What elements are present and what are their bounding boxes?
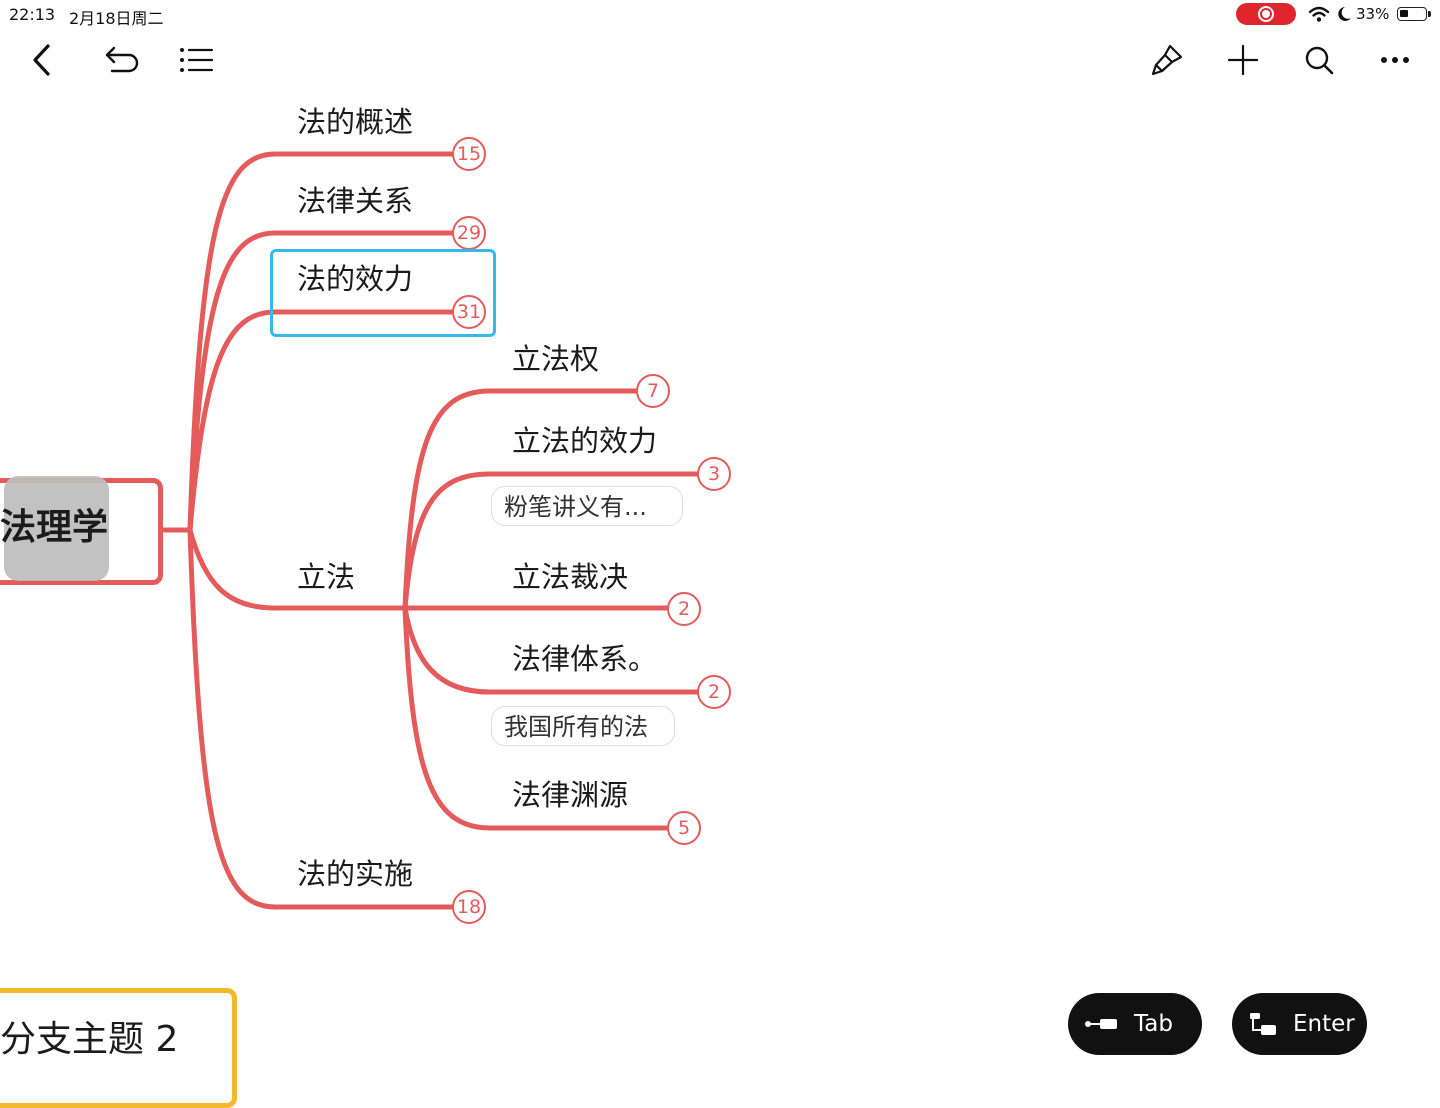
collapsed-count-badge[interactable]: 3 [697, 457, 731, 491]
collapsed-count-badge[interactable]: 2 [667, 592, 701, 626]
collapsed-count-badge[interactable]: 2 [697, 675, 731, 709]
root-topic-label: 法理学 [0, 507, 109, 548]
collapsed-count-badge[interactable]: 7 [636, 374, 670, 408]
topic-law-implementation[interactable]: 法的实施 [297, 860, 413, 889]
collapsed-count-badge[interactable]: 5 [667, 811, 701, 845]
topic-note[interactable]: 我国所有的法 [491, 706, 675, 746]
collapsed-count-badge[interactable]: 15 [452, 137, 486, 171]
collapsed-count-badge[interactable]: 31 [452, 295, 486, 329]
topic-note[interactable]: 粉笔讲义有... [491, 486, 683, 526]
collapsed-count-badge[interactable]: 29 [452, 216, 486, 250]
subtopic-legislative-validity[interactable]: 立法的效力 [512, 427, 657, 456]
subtopic-legislative-power[interactable]: 立法权 [512, 345, 599, 374]
subtopic-legal-sources[interactable]: 法律渊源 [512, 781, 628, 810]
mindmap-branches [160, 151, 700, 910]
topic-legal-relation[interactable]: 法律关系 [297, 187, 413, 216]
subtopic-legislative-ruling[interactable]: 立法裁决 [512, 563, 628, 592]
topic-legislation[interactable]: 立法 [297, 563, 355, 592]
subtopic-legal-system[interactable]: 法律体系。 [512, 645, 657, 674]
enter-button-label: Enter [1293, 1011, 1355, 1037]
topic-law-validity[interactable]: 法的效力 [297, 265, 413, 294]
add-child-topic-icon [1085, 1019, 1117, 1029]
tab-button[interactable]: Tab [1068, 993, 1202, 1055]
topic-law-overview[interactable]: 法的概述 [297, 108, 413, 137]
collapsed-count-badge[interactable]: 18 [452, 890, 486, 924]
add-sibling-topic-icon [1250, 1013, 1276, 1035]
tab-button-label: Tab [1134, 1011, 1173, 1037]
enter-button[interactable]: Enter [1232, 993, 1367, 1055]
floating-topic-label: 分支主题 2 [0, 1019, 179, 1060]
